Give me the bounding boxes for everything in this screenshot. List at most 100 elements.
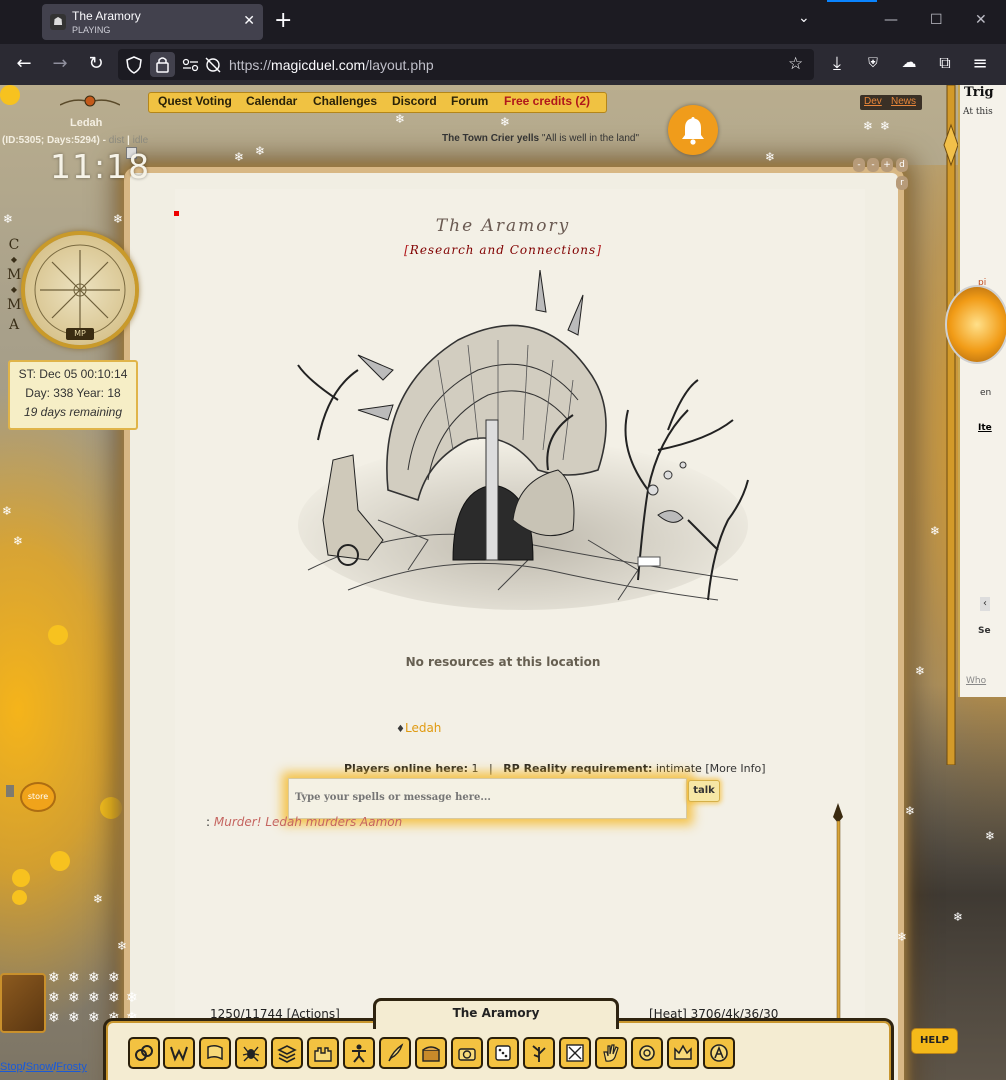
- browser-tab[interactable]: ☗ The Aramory PLAYING ✕: [42, 4, 263, 40]
- news-link[interactable]: News: [891, 96, 916, 107]
- map-icon[interactable]: [559, 1037, 591, 1069]
- side-handle[interactable]: [6, 785, 14, 797]
- right-panel-link[interactable]: Ite: [978, 423, 992, 433]
- more-info-link[interactable]: [More Info]: [705, 762, 765, 775]
- game-clock: 11:18: [50, 147, 151, 186]
- stop-link[interactable]: Stop: [0, 1061, 23, 1073]
- scepter-scrollbar[interactable]: [832, 803, 844, 1025]
- nav-discord[interactable]: Discord: [392, 94, 437, 108]
- shield-icon[interactable]: [126, 56, 142, 74]
- camera-icon[interactable]: [451, 1037, 483, 1069]
- notification-bell-button[interactable]: [668, 105, 718, 155]
- nav-quest-voting[interactable]: Quest Voting: [158, 94, 232, 108]
- close-window-icon[interactable]: ✕: [975, 12, 987, 28]
- crown-icon[interactable]: [667, 1037, 699, 1069]
- game-date-box: ST: Dec 05 00:10:14 Day: 338 Year: 18 19…: [8, 360, 138, 430]
- snow-link[interactable]: Snow: [26, 1061, 54, 1073]
- spider-icon[interactable]: [235, 1037, 267, 1069]
- svg-text:❄: ❄: [108, 990, 120, 1006]
- hand-icon[interactable]: [595, 1037, 627, 1069]
- svg-text:❄: ❄: [108, 970, 120, 986]
- spellbook-icon[interactable]: [0, 973, 46, 1033]
- snowflake-icon: ❄: [930, 524, 941, 538]
- window-control-button[interactable]: -: [867, 158, 879, 172]
- town-crier: The Town Crier yells "All is well in the…: [442, 133, 639, 144]
- days-remaining: 19 days remaining: [23, 405, 123, 419]
- chat-input[interactable]: [291, 781, 689, 813]
- extensions-puzzle-icon[interactable]: ⧉: [933, 53, 957, 73]
- store-button[interactable]: store: [20, 782, 56, 812]
- url-text[interactable]: https://magicduel.com/layout.php: [229, 57, 434, 73]
- extension-cloud-icon[interactable]: ☁: [897, 53, 921, 71]
- window-control-button[interactable]: r: [896, 176, 908, 190]
- crest-icon: [60, 95, 120, 107]
- window-control-button[interactable]: -: [853, 158, 865, 172]
- tab-close-icon[interactable]: ✕: [243, 13, 255, 29]
- nav-free-credits[interactable]: Free credits (2): [504, 94, 590, 108]
- snow-controls: Stop/Snow/Frosty: [0, 1061, 87, 1073]
- nav-challenges[interactable]: Challenges: [313, 94, 377, 108]
- snowflake-icon: ❄: [395, 112, 406, 126]
- toolbar-tab: The Aramory: [373, 998, 619, 1029]
- back-arrow-icon[interactable]: ←: [12, 53, 36, 74]
- snowflake-icon: ❄: [915, 664, 926, 678]
- quill-icon[interactable]: [379, 1037, 411, 1069]
- a-badge-icon[interactable]: [703, 1037, 735, 1069]
- help-button[interactable]: HELP: [911, 1028, 958, 1054]
- snowflake-icon: ❄: [880, 119, 891, 133]
- dev-link[interactable]: Dev: [864, 96, 882, 107]
- tab-list-chevron-icon[interactable]: ⌄: [798, 10, 810, 26]
- tracking-off-icon[interactable]: [204, 56, 222, 74]
- frosty-link[interactable]: Frosty: [56, 1061, 87, 1073]
- coin-icon[interactable]: [631, 1037, 663, 1069]
- browser-tabbar: ☗ The Aramory PLAYING ✕ + ⌄ — ☐ ✕: [0, 0, 1006, 44]
- rings-icon[interactable]: [128, 1037, 160, 1069]
- nav-calendar[interactable]: Calendar: [246, 94, 297, 108]
- url-bar[interactable]: https://magicduel.com/layout.php ☆: [118, 49, 814, 80]
- nav-forum[interactable]: Forum: [451, 94, 488, 108]
- chest-icon[interactable]: [415, 1037, 447, 1069]
- stack-icon[interactable]: [271, 1037, 303, 1069]
- panel-arrow-icon[interactable]: ‹: [980, 597, 990, 611]
- window-control-button[interactable]: d: [896, 158, 908, 172]
- resources-status: No resources at this location: [405, 655, 601, 669]
- reload-icon[interactable]: ↻: [84, 53, 108, 74]
- dice-icon[interactable]: [487, 1037, 519, 1069]
- window-control-button[interactable]: +: [881, 158, 893, 172]
- w-rune-icon[interactable]: [163, 1037, 195, 1069]
- figure-icon[interactable]: [343, 1037, 375, 1069]
- glowing-emblem[interactable]: [945, 285, 1006, 364]
- whos-online-link[interactable]: Who: [966, 676, 986, 686]
- menu-icon[interactable]: ≡: [968, 53, 992, 74]
- minimize-icon[interactable]: —: [884, 12, 898, 28]
- player-name[interactable]: Ledah: [70, 117, 102, 129]
- chat-input-box: [288, 778, 689, 819]
- permissions-icon[interactable]: [182, 57, 200, 73]
- dev-news-box: Dev News: [860, 95, 922, 110]
- mp-badge[interactable]: MP: [66, 328, 94, 340]
- snowflake-icon: ❄: [905, 804, 916, 818]
- player-link[interactable]: ♦Ledah: [396, 721, 441, 735]
- lock-icon[interactable]: [150, 52, 175, 77]
- bokeh-decoration: [50, 851, 70, 871]
- svg-text:❄: ❄: [48, 1010, 60, 1026]
- talk-button[interactable]: talk: [688, 780, 720, 802]
- maximize-icon[interactable]: ☐: [930, 12, 943, 28]
- download-icon[interactable]: ⤓: [825, 53, 849, 74]
- bookmark-star-icon[interactable]: ☆: [788, 54, 803, 74]
- new-tab-button[interactable]: +: [274, 8, 292, 34]
- window-controls: - - + d r: [853, 158, 911, 194]
- chat-log-entry: : Murder! Ledah murders Aamon: [206, 815, 403, 829]
- ublock-icon[interactable]: ⛨: [861, 56, 885, 71]
- snowflake-icon: ❄: [93, 892, 104, 906]
- svg-text:❄: ❄: [88, 990, 100, 1006]
- flag-icon[interactable]: [199, 1037, 231, 1069]
- svg-text:❄: ❄: [68, 990, 80, 1006]
- tree-icon[interactable]: [523, 1037, 555, 1069]
- snowflake-icon: ❄: [3, 212, 14, 226]
- player-id: (ID:5305; Days:5294) - dist | idle: [2, 135, 149, 146]
- snowflake-icon: ❄: [2, 504, 13, 518]
- castle-icon[interactable]: [307, 1037, 339, 1069]
- forward-arrow-icon[interactable]: →: [48, 53, 72, 74]
- tab-indicator: [827, 0, 877, 2]
